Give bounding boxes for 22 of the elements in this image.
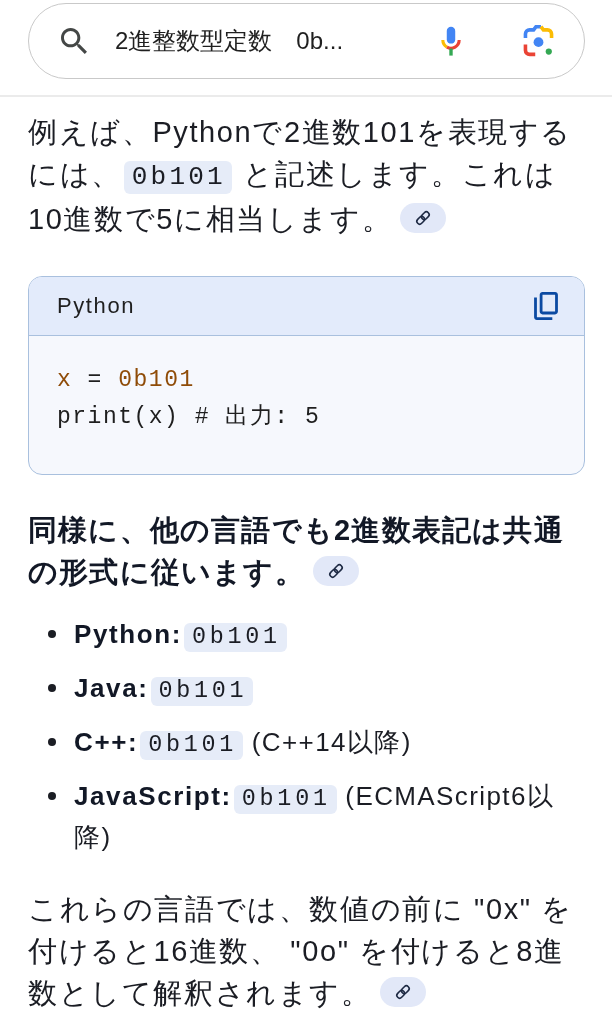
bullet-icon <box>48 684 56 692</box>
copy-icon[interactable] <box>534 292 558 320</box>
bullet-icon <box>48 792 56 800</box>
search-icon[interactable] <box>61 28 87 54</box>
list-item: C++: 0b101 (C++14以降) <box>74 726 412 762</box>
paragraph: 例えば、Pythonで2進数101を表現するには、 0b101 と記述します。これは10進数で5に相当します。 <box>28 115 573 237</box>
link-icon[interactable] <box>379 977 426 1007</box>
list-item: Java: 0b101 <box>74 669 254 710</box>
paragraph: これらの言語では、数値の前に "0x" を付けると16進数、 "0o" を付けると8進数として解釈されます。 <box>28 892 574 1011</box>
camera-icon[interactable] <box>523 25 554 57</box>
code-language-label: Python <box>57 293 136 319</box>
bullet-icon <box>48 630 56 638</box>
code-line: x = 0b101 <box>57 366 195 395</box>
bullet-icon <box>48 738 56 746</box>
link-icon[interactable] <box>312 556 359 586</box>
microphone-icon[interactable] <box>441 25 461 57</box>
link-icon[interactable] <box>400 203 447 233</box>
list-item: Python: 0b101 <box>74 615 287 656</box>
search-input[interactable]: 2進整数型定数 0b... <box>115 27 401 55</box>
section-heading: 同様に、他の言語でも2進数表記は共通の形式に従います。 <box>28 513 565 590</box>
code-line: print(x) # 出力: 5 <box>57 403 321 432</box>
list-item: JavaScript: 0b101 (ECMAScript6以降) <box>74 780 556 854</box>
